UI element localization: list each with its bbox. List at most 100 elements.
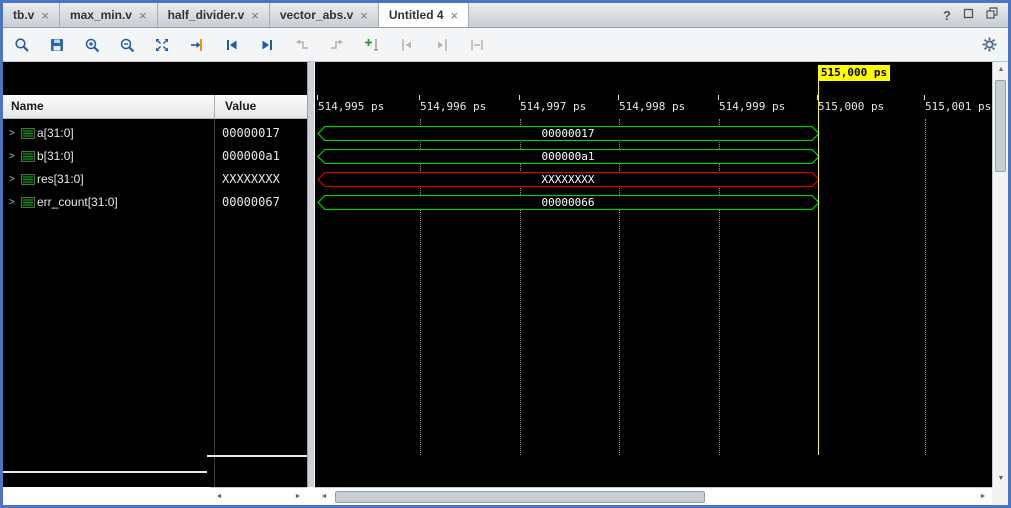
signal-value: 000000a1 — [222, 145, 280, 168]
tab-untitled-4[interactable]: Untitled 4 × — [379, 3, 469, 27]
close-icon[interactable]: × — [139, 9, 147, 22]
expand-icon[interactable]: > — [9, 145, 15, 168]
horizontal-scrollbar-thumb[interactable] — [335, 491, 705, 503]
close-icon[interactable]: × — [41, 9, 49, 22]
cursor-line[interactable] — [818, 81, 819, 455]
save-icon — [49, 37, 65, 53]
ruler-label: 515,000 ps — [818, 100, 884, 113]
time-ruler[interactable]: 514,995 ps 514,996 ps 514,997 ps 514,998… — [315, 95, 992, 119]
swap-cursors-icon — [469, 37, 485, 53]
previous-marker-icon — [399, 37, 415, 53]
add-marker-icon — [364, 37, 380, 53]
signal-name: err_count[31:0] — [37, 191, 118, 214]
wave-row-res[interactable]: XXXXXXXX — [315, 168, 992, 191]
ruler-label: 514,999 ps — [719, 100, 785, 113]
find-button[interactable] — [13, 36, 31, 54]
panel-splitter[interactable] — [307, 62, 315, 505]
float-window-icon[interactable] — [963, 6, 974, 24]
next-transition-icon — [329, 37, 345, 53]
go-to-time-zero-button[interactable] — [223, 36, 241, 54]
signal-name: res[31:0] — [37, 168, 84, 191]
ruler-label: 514,995 ps — [318, 100, 384, 113]
bottom-left-spacer — [3, 487, 210, 505]
zoom-to-cursor-icon — [189, 37, 205, 53]
expand-icon[interactable]: > — [9, 122, 15, 145]
tab-vector-abs-v[interactable]: vector_abs.v × — [270, 3, 379, 27]
bus-signal-icon — [21, 174, 35, 185]
scroll-left-icon[interactable]: ◄ — [317, 488, 331, 506]
wave-row-a[interactable]: 00000017 — [315, 122, 992, 145]
signal-row-a[interactable]: > a[31:0] 00000017 — [3, 122, 307, 145]
help-icon[interactable]: ? — [943, 8, 951, 23]
waveform-panel[interactable]: 515,000 ps 514,995 ps 514,996 ps 514,997… — [315, 62, 992, 487]
waveform-toolbar — [3, 28, 1008, 62]
save-wave-config-button[interactable] — [48, 36, 66, 54]
previous-transition-icon — [294, 37, 310, 53]
column-divider[interactable] — [214, 95, 215, 119]
window-controls: ? — [933, 3, 1008, 27]
tab-label: max_min.v — [70, 8, 132, 22]
tab-label: tb.v — [13, 8, 34, 22]
previous-marker-button — [398, 36, 416, 54]
zoom-to-cursor-button[interactable] — [188, 36, 206, 54]
signal-row-err-count[interactable]: > err_count[31:0] 00000067 — [3, 191, 307, 214]
maximize-icon[interactable] — [986, 6, 998, 24]
bus-signal-icon — [21, 151, 35, 162]
signal-row-res[interactable]: > res[31:0] XXXXXXXX — [3, 168, 307, 191]
zoom-in-icon — [84, 37, 100, 53]
signal-value: 00000067 — [222, 191, 280, 214]
scroll-right-icon[interactable]: ► — [976, 488, 990, 506]
zoom-in-button[interactable] — [83, 36, 101, 54]
scroll-right-icon[interactable]: ► — [291, 488, 305, 506]
bus-value-label: 00000066 — [317, 196, 819, 209]
swap-cursors-button — [468, 36, 486, 54]
bus-value-label: 00000017 — [317, 127, 819, 140]
column-header-name[interactable]: Name — [11, 95, 44, 118]
signal-table-header: Name Value — [3, 95, 307, 119]
cursor-time-label[interactable]: 515,000 ps — [818, 65, 890, 81]
ruler-label: 515,001 ps — [925, 100, 991, 113]
zoom-out-button[interactable] — [118, 36, 136, 54]
bus-value-label: 000000a1 — [317, 150, 819, 163]
bus-signal-icon — [21, 128, 35, 139]
bottom-scrollbar-row: ◄ ► ◄ ► — [3, 487, 1008, 505]
tab-max-min-v[interactable]: max_min.v × — [60, 3, 158, 27]
wave-row-err-count[interactable]: 00000066 — [315, 191, 992, 214]
panel-divider — [207, 455, 307, 457]
go-to-time-zero-icon — [224, 37, 240, 53]
signal-name: b[31:0] — [37, 145, 74, 168]
scrollbar-corner — [992, 487, 1008, 505]
vertical-scrollbar[interactable]: ▲ ▼ — [992, 62, 1008, 487]
ruler-label: 514,996 ps — [420, 100, 486, 113]
go-to-last-time-button[interactable] — [258, 36, 276, 54]
panel-divider — [3, 471, 207, 473]
values-horizontal-scrollbar[interactable]: ◄ ► — [210, 487, 307, 505]
find-icon — [14, 37, 30, 53]
vertical-scrollbar-thumb[interactable] — [995, 80, 1006, 172]
close-icon[interactable]: × — [251, 9, 259, 22]
simulation-waveform-window: tb.v × max_min.v × half_divider.v × vect… — [0, 0, 1011, 508]
expand-icon[interactable]: > — [9, 191, 15, 214]
ruler-label: 514,997 ps — [520, 100, 586, 113]
scroll-down-icon[interactable]: ▼ — [993, 471, 1009, 487]
signal-names-panel: Name Value > a[31:0] 00000017 > b[31:0] … — [3, 62, 307, 487]
close-icon[interactable]: × — [451, 9, 459, 22]
signal-row-b[interactable]: > b[31:0] 000000a1 — [3, 145, 307, 168]
go-to-last-time-icon — [259, 37, 275, 53]
settings-button[interactable] — [980, 36, 998, 54]
zoom-out-icon — [119, 37, 135, 53]
waveform-horizontal-scrollbar[interactable]: ◄ ► — [315, 487, 992, 505]
close-icon[interactable]: × — [360, 9, 368, 22]
next-marker-button — [433, 36, 451, 54]
tab-half-divider-v[interactable]: half_divider.v × — [158, 3, 270, 27]
scroll-left-icon[interactable]: ◄ — [212, 488, 226, 506]
expand-icon[interactable]: > — [9, 168, 15, 191]
scroll-up-icon[interactable]: ▲ — [993, 62, 1009, 78]
next-transition-button — [328, 36, 346, 54]
wave-row-b[interactable]: 000000a1 — [315, 145, 992, 168]
add-marker-button[interactable] — [363, 36, 381, 54]
signal-value: 00000017 — [222, 122, 280, 145]
tab-tb-v[interactable]: tb.v × — [3, 3, 60, 27]
column-header-value[interactable]: Value — [225, 95, 256, 118]
zoom-fit-button[interactable] — [153, 36, 171, 54]
